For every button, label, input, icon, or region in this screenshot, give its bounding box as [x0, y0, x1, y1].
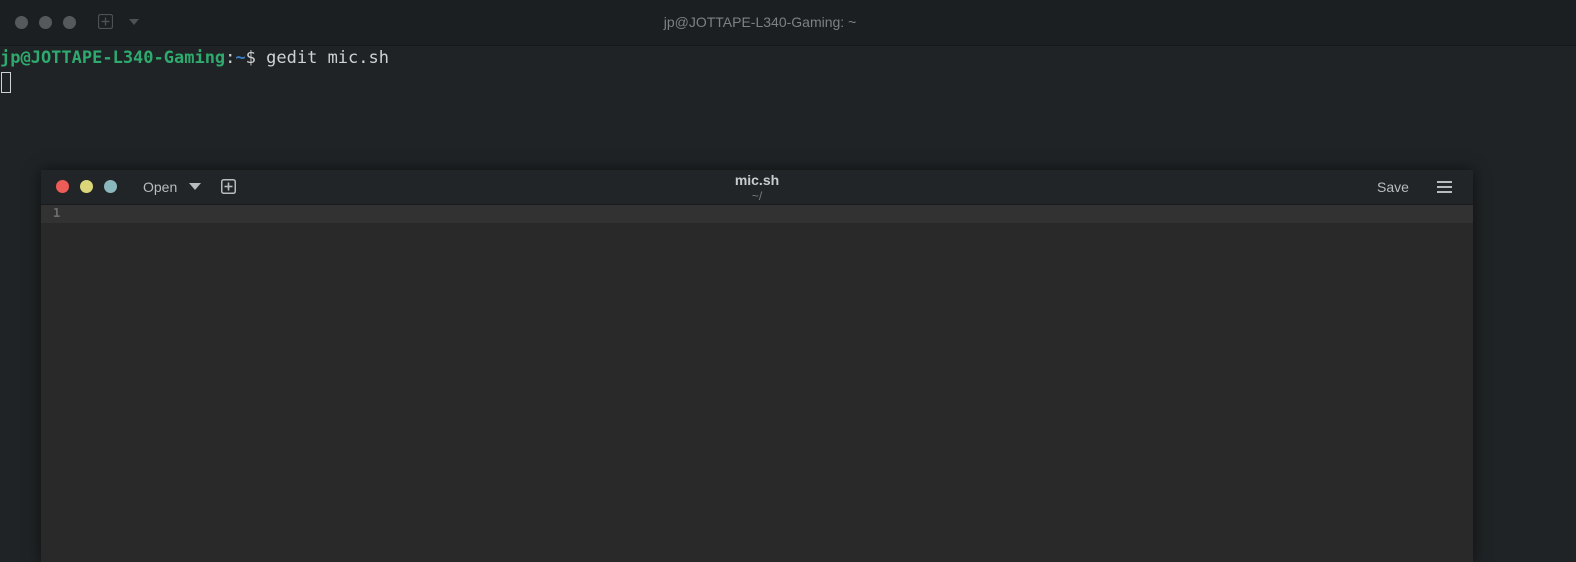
hamburger-menu-icon[interactable]: [1437, 181, 1452, 193]
gedit-headerbar: Open mic.sh ~/ Save: [41, 170, 1473, 205]
gedit-window: Open mic.sh ~/ Save 1: [41, 170, 1473, 562]
prompt-directory: ~: [235, 48, 246, 68]
gedit-maximize-button[interactable]: [104, 180, 117, 193]
terminal-output[interactable]: jp@JOTTAPE-L340-Gaming:~$ gedit mic.sh: [0, 46, 389, 70]
current-line-highlight: [41, 205, 1473, 223]
new-document-icon[interactable]: [221, 179, 236, 194]
terminal-titlebar: jp@JOTTAPE-L340-Gaming: ~: [0, 0, 1576, 46]
prompt-colon: :: [225, 48, 236, 68]
gedit-minimize-button[interactable]: [80, 180, 93, 193]
chevron-down-icon[interactable]: [189, 183, 201, 190]
new-tab-icon[interactable]: [97, 13, 114, 30]
prompt-symbol: $: [245, 48, 267, 68]
terminal-title: jp@JOTTAPE-L340-Gaming: ~: [663, 14, 857, 30]
document-path: ~/: [751, 189, 763, 203]
terminal-command: gedit mic.sh: [266, 48, 389, 68]
document-title: mic.sh ~/: [607, 172, 907, 203]
save-button[interactable]: Save: [1377, 179, 1409, 195]
gedit-close-button[interactable]: [56, 180, 69, 193]
terminal-minimize-button[interactable]: [39, 16, 52, 29]
open-button[interactable]: Open: [143, 179, 177, 195]
prompt-user: jp@JOTTAPE-L340-Gaming: [0, 48, 226, 68]
terminal-maximize-button[interactable]: [63, 16, 76, 29]
terminal-close-button[interactable]: [15, 16, 28, 29]
chevron-down-icon[interactable]: [129, 19, 139, 25]
document-name: mic.sh: [734, 172, 780, 188]
terminal-cursor: [1, 72, 11, 93]
text-editor-area[interactable]: 1: [41, 205, 1473, 562]
line-number: 1: [53, 206, 61, 220]
